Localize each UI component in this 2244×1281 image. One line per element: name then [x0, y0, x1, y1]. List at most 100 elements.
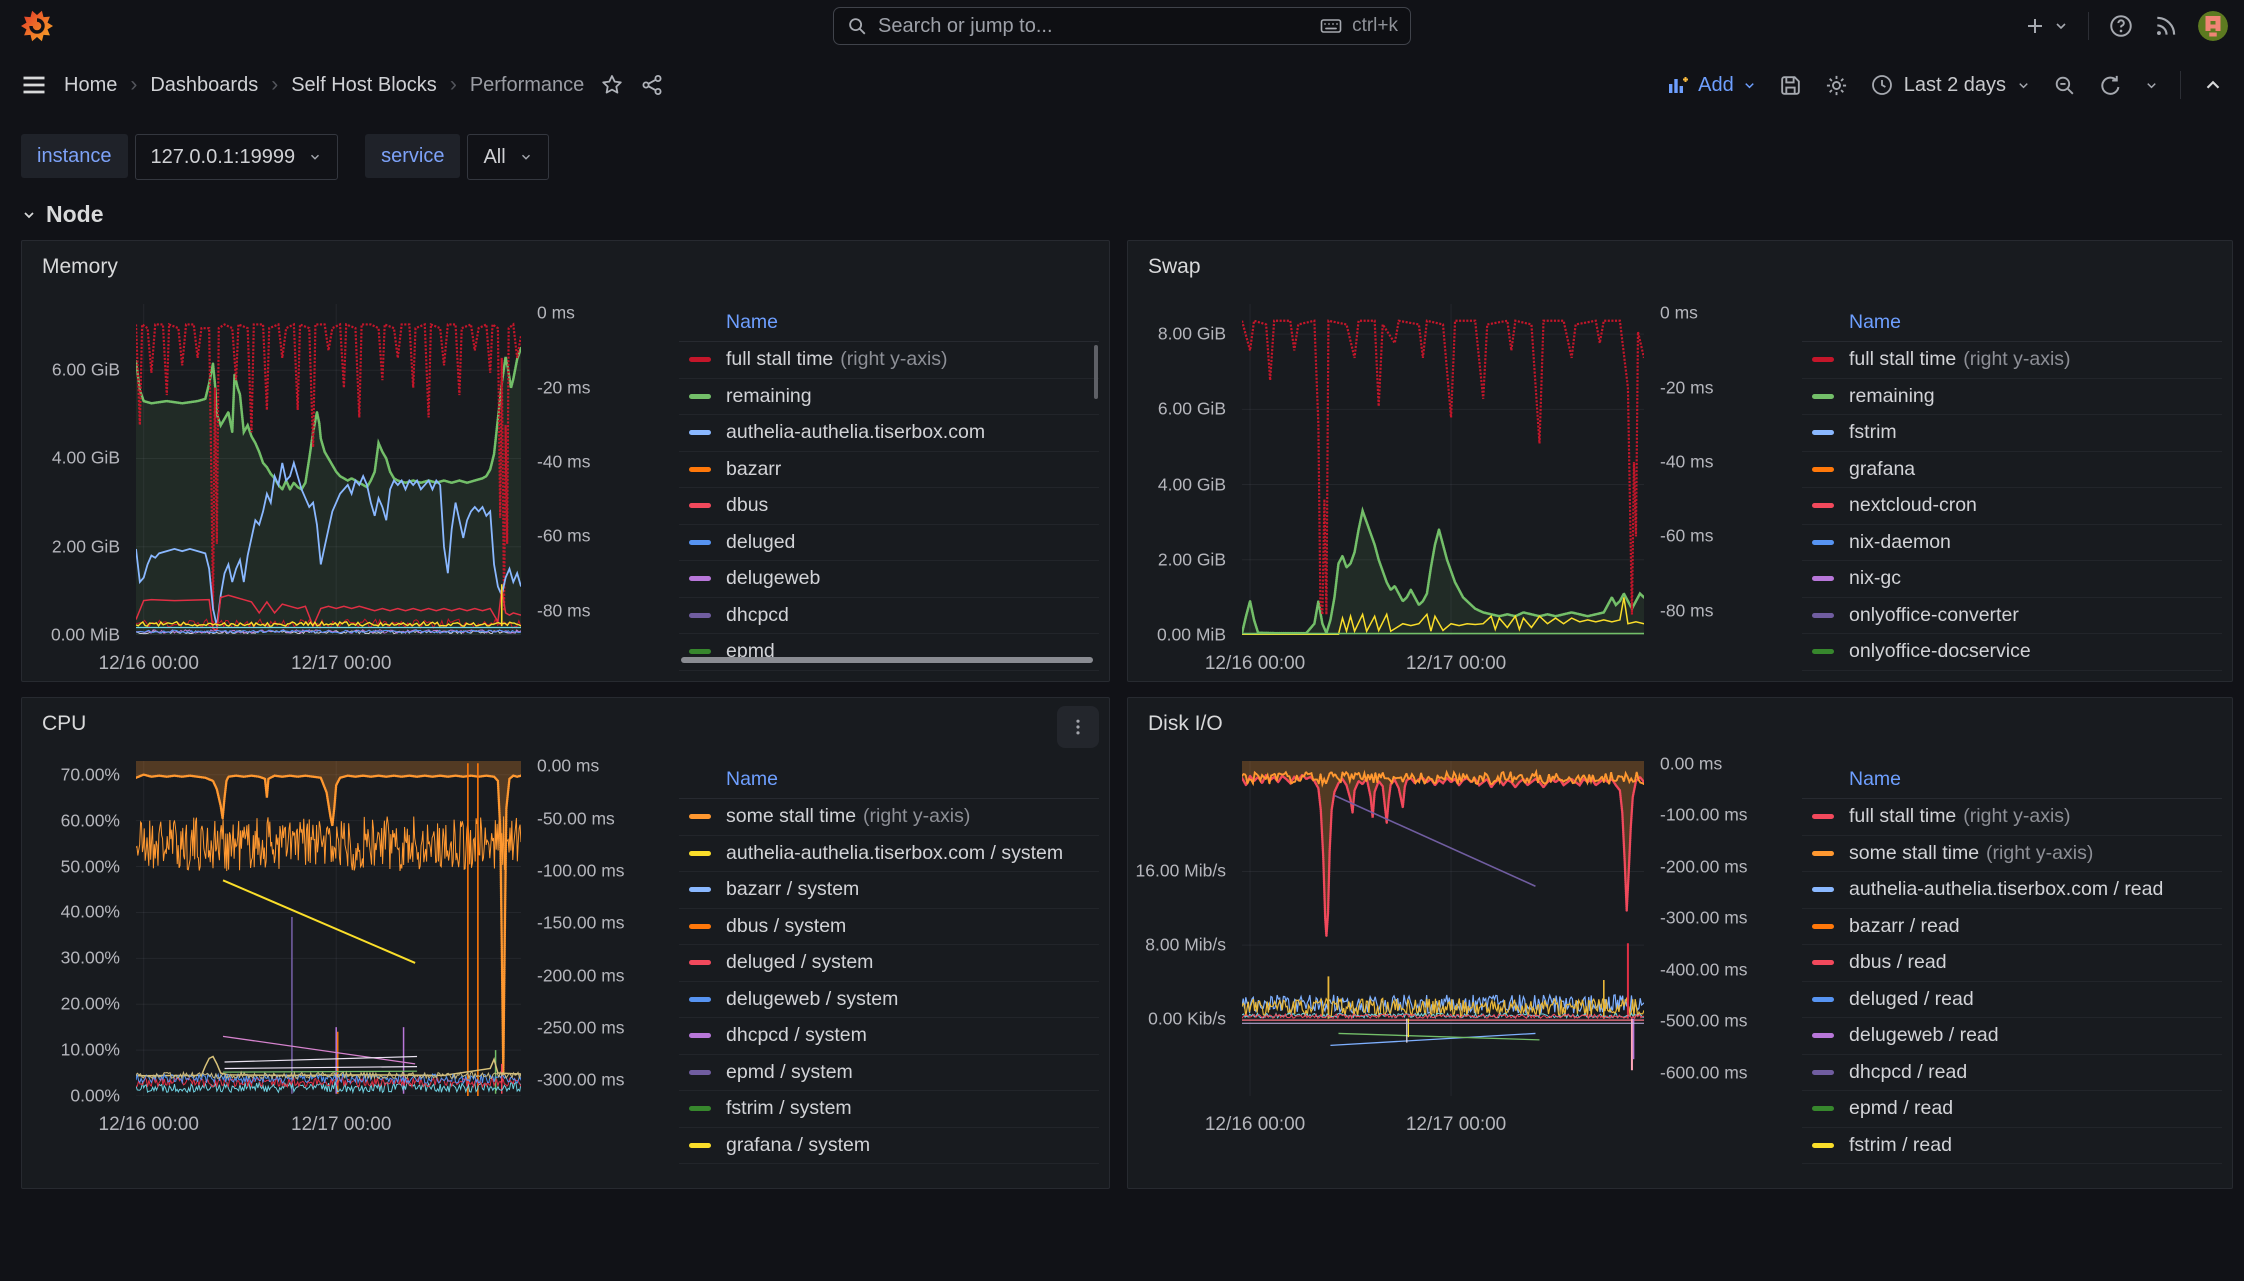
grafana-logo-icon[interactable] — [20, 9, 54, 43]
legend-row[interactable]: dhcpcd / read — [1802, 1055, 2222, 1092]
legend-row[interactable]: authelia-authelia.tiserbox.com / read — [1802, 872, 2222, 909]
series-name[interactable]: bazarr / read — [1849, 915, 1960, 938]
service-variable-dropdown[interactable]: All — [467, 134, 548, 180]
series-name[interactable]: deluged / read — [1849, 988, 1974, 1011]
refresh-button[interactable] — [2098, 73, 2123, 98]
series-name[interactable]: epmd / read — [1849, 1097, 1953, 1120]
series-name[interactable]: onlyoffice-converter — [1849, 604, 2019, 627]
series-name[interactable]: fstrim / system — [726, 1097, 852, 1120]
breadcrumb-dashboards[interactable]: Dashboards — [150, 74, 258, 97]
instance-variable-dropdown[interactable]: 127.0.0.1:19999 — [135, 134, 339, 180]
legend-row[interactable]: deluged / read — [1802, 982, 2222, 1019]
series-name[interactable]: authelia-authelia.tiserbox.com — [726, 421, 985, 444]
legend-row[interactable]: dbus / read — [1802, 945, 2222, 982]
series-name[interactable]: some stall time — [726, 805, 856, 828]
series-name[interactable]: nix-daemon — [1849, 531, 1951, 554]
series-name[interactable]: dbus / read — [1849, 951, 1947, 974]
share-button[interactable] — [640, 73, 664, 97]
save-dashboard-button[interactable] — [1778, 73, 1803, 98]
legend-row[interactable]: remaining — [679, 379, 1099, 416]
legend-horizontal-scrollbar[interactable] — [681, 657, 1093, 663]
series-name[interactable]: delugeweb / system — [726, 988, 898, 1011]
series-name[interactable]: dbus — [726, 494, 768, 517]
series-name[interactable]: remaining — [726, 385, 812, 408]
legend-row[interactable]: nextcloud-cron — [1802, 488, 2222, 525]
legend-row[interactable]: onlyoffice-docservice — [1802, 634, 2222, 671]
cpu-chart[interactable] — [136, 761, 521, 1096]
panel-title[interactable]: Memory — [42, 255, 118, 279]
legend-row[interactable]: nix-daemon — [1802, 525, 2222, 562]
legend-row[interactable]: delugeweb / system — [679, 982, 1099, 1019]
zoom-out-button[interactable] — [2052, 73, 2077, 98]
legend-row[interactable]: deluged — [679, 525, 1099, 562]
legend-row[interactable]: fstrim / read — [1802, 1128, 2222, 1165]
new-button[interactable] — [2023, 14, 2069, 38]
series-name[interactable]: bazarr — [726, 458, 781, 481]
row-node-toggle[interactable]: Node — [0, 180, 2244, 240]
series-name[interactable]: full stall time — [726, 348, 833, 371]
legend-row[interactable]: full stall time (right y-axis) — [679, 342, 1099, 379]
panel-title[interactable]: CPU — [42, 712, 86, 736]
legend-name-header[interactable]: Name — [1802, 761, 2222, 799]
legend-row[interactable]: authelia-authelia.tiserbox.com — [679, 415, 1099, 452]
help-button[interactable] — [2108, 13, 2134, 39]
legend-row[interactable]: dbus — [679, 488, 1099, 525]
legend-name-header[interactable]: Name — [679, 304, 1099, 342]
series-name[interactable]: dhcpcd — [726, 604, 789, 627]
legend-row[interactable]: deluged / system — [679, 945, 1099, 982]
panel-menu-button[interactable] — [1057, 706, 1099, 748]
panel-title[interactable]: Disk I/O — [1148, 712, 1223, 736]
legend-row[interactable]: full stall time (right y-axis) — [1802, 799, 2222, 836]
legend-row[interactable]: fstrim / system — [679, 1091, 1099, 1128]
favorite-star-button[interactable] — [600, 73, 624, 97]
legend-row[interactable]: dhcpcd — [679, 598, 1099, 635]
series-name[interactable]: some stall time — [1849, 842, 1979, 865]
series-name[interactable]: grafana — [1849, 458, 1915, 481]
news-rss-button[interactable] — [2153, 13, 2179, 39]
swap-chart[interactable] — [1242, 304, 1644, 635]
add-panel-button[interactable]: Add — [1666, 73, 1757, 97]
series-name[interactable]: fstrim — [1849, 421, 1897, 444]
series-name[interactable]: full stall time — [1849, 348, 1956, 371]
panel-title[interactable]: Swap — [1148, 255, 1201, 279]
legend-row[interactable]: delugeweb — [679, 561, 1099, 598]
legend-row[interactable]: full stall time (right y-axis) — [1802, 342, 2222, 379]
legend-name-header[interactable]: Name — [1802, 304, 2222, 342]
legend-row[interactable]: dhcpcd / system — [679, 1018, 1099, 1055]
legend-row[interactable]: bazarr / read — [1802, 909, 2222, 946]
breadcrumb-folder[interactable]: Self Host Blocks — [291, 74, 437, 97]
series-name[interactable]: delugeweb / read — [1849, 1024, 1999, 1047]
legend-row[interactable]: nix-gc — [1802, 561, 2222, 598]
dashboard-settings-button[interactable] — [1824, 73, 1849, 98]
legend-row[interactable]: epmd — [679, 634, 1099, 671]
series-name[interactable]: onlyoffice-docservice — [1849, 640, 2031, 663]
legend-row[interactable]: grafana / system — [679, 1128, 1099, 1165]
legend-row[interactable]: remaining — [1802, 379, 2222, 416]
collapse-toolbar-button[interactable] — [2202, 74, 2224, 96]
series-name[interactable]: deluged — [726, 531, 795, 554]
time-range-picker[interactable]: Last 2 days — [1870, 73, 2031, 97]
memory-chart[interactable] — [136, 304, 521, 635]
legend-row[interactable]: some stall time (right y-axis) — [679, 799, 1099, 836]
series-name[interactable]: nix-gc — [1849, 567, 1901, 590]
legend-row[interactable]: epmd / read — [1802, 1091, 2222, 1128]
legend-row[interactable]: delugeweb / read — [1802, 1018, 2222, 1055]
series-name[interactable]: remaining — [1849, 385, 1935, 408]
legend-row[interactable]: bazarr — [679, 452, 1099, 489]
series-name[interactable]: authelia-authelia.tiserbox.com / system — [726, 842, 1063, 865]
legend-row[interactable]: postgresql — [1802, 671, 2222, 673]
legend-row[interactable]: bazarr / system — [679, 872, 1099, 909]
search-input[interactable]: Search or jump to... ctrl+k — [833, 7, 1411, 45]
legend-vertical-scrollbar[interactable] — [1094, 345, 1098, 399]
breadcrumb-home[interactable]: Home — [64, 74, 117, 97]
refresh-interval-chevron[interactable] — [2144, 78, 2159, 93]
user-avatar[interactable] — [2198, 11, 2228, 41]
legend-row[interactable]: authelia-authelia.tiserbox.com / system — [679, 836, 1099, 873]
legend-row[interactable]: some stall time (right y-axis) — [1802, 836, 2222, 873]
series-name[interactable]: delugeweb — [726, 567, 820, 590]
series-name[interactable]: full stall time — [1849, 805, 1956, 828]
legend-row[interactable]: epmd / system — [679, 1055, 1099, 1092]
series-name[interactable]: dbus / system — [726, 915, 846, 938]
legend-row[interactable]: fstrim — [679, 671, 1099, 673]
series-name[interactable]: fstrim / read — [1849, 1134, 1952, 1157]
